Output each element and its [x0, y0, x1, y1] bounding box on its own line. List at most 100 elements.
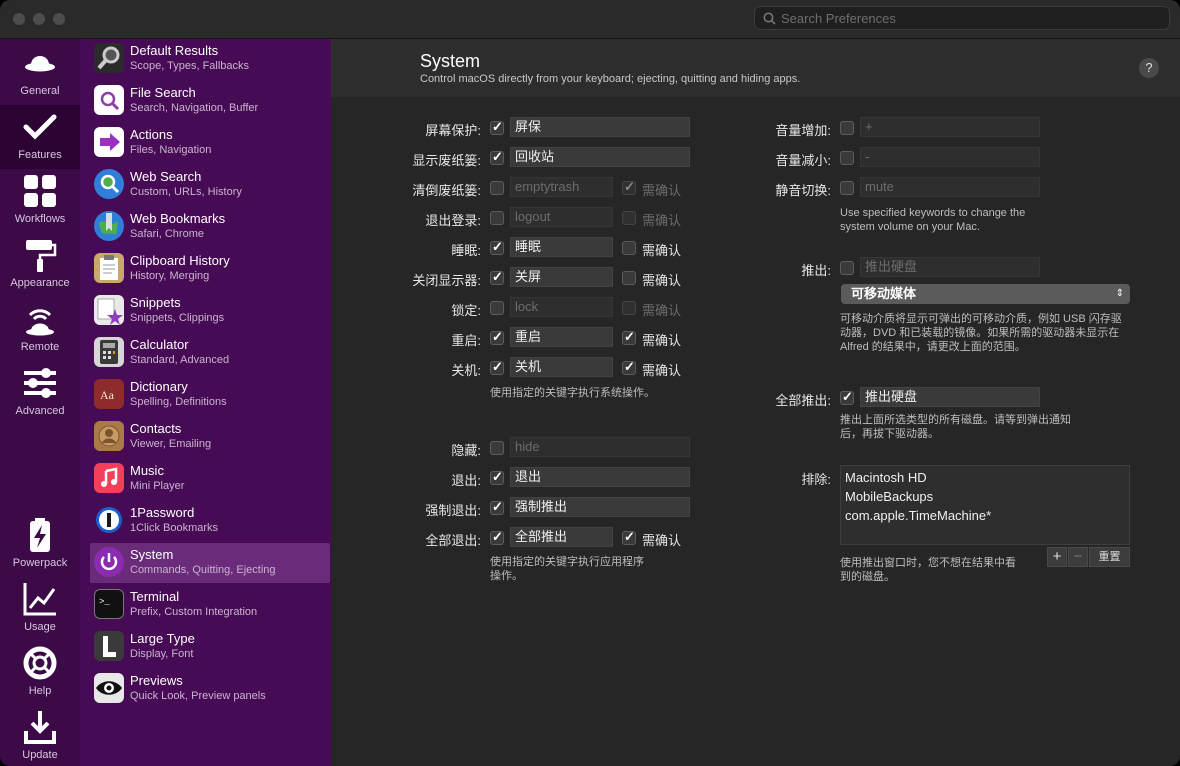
- display-off-checkbox[interactable]: [490, 269, 504, 285]
- add-button[interactable]: +: [1047, 547, 1067, 567]
- eject-checkbox[interactable]: [840, 261, 854, 275]
- eject-all-checkbox[interactable]: [840, 389, 854, 405]
- force-quit-checkbox[interactable]: [490, 499, 504, 515]
- mute-checkbox[interactable]: [840, 181, 854, 195]
- sidebar-item-remote[interactable]: Remote: [0, 297, 80, 361]
- show-trash-checkbox[interactable]: [490, 149, 504, 165]
- confirm-label: 需确认: [642, 183, 682, 198]
- app-note-line-2: 操作。: [490, 570, 523, 582]
- sleep-keyword-field[interactable]: 睡眠: [510, 237, 613, 257]
- feature-calculator[interactable]: Calculator Standard, Advanced: [90, 333, 330, 373]
- empty-trash-confirm-checkbox[interactable]: [622, 179, 636, 195]
- sleep-confirm-checkbox[interactable]: [622, 241, 636, 255]
- feature-web-search[interactable]: Web Search Custom, URLs, History: [90, 165, 330, 205]
- eject-all-keyword-field[interactable]: 推出硬盘: [860, 387, 1040, 407]
- feature-default-results[interactable]: Default Results Scope, Types, Fallbacks: [90, 39, 330, 79]
- feature-1password[interactable]: 1Password 1Click Bookmarks: [90, 501, 330, 541]
- restart-confirm-checkbox[interactable]: [622, 329, 636, 345]
- row-label: 音量增加:: [775, 123, 831, 138]
- restart-checkbox[interactable]: [490, 329, 504, 345]
- empty-trash-checkbox[interactable]: [490, 181, 504, 195]
- empty-trash-keyword-field[interactable]: emptytrash: [510, 177, 613, 197]
- eject-scope-popup[interactable]: 可移动媒体 ⇕: [841, 284, 1130, 304]
- display-off-keyword-field[interactable]: 关屏: [510, 267, 613, 287]
- mute-keyword-field[interactable]: mute: [860, 177, 1040, 197]
- sleep-checkbox[interactable]: [490, 239, 504, 255]
- shutdown-confirm-checkbox[interactable]: [622, 359, 636, 375]
- sidebar-item-workflows[interactable]: Workflows: [0, 169, 80, 233]
- confirm-label: 需确认: [642, 533, 682, 548]
- feature-music[interactable]: Music Mini Player: [90, 459, 330, 499]
- search-input[interactable]: [781, 10, 1161, 26]
- sidebar-item-advanced[interactable]: Advanced: [0, 361, 80, 425]
- quit-checkbox[interactable]: [490, 469, 504, 485]
- screensaver-keyword-field[interactable]: 屏保: [510, 117, 690, 137]
- feature-terminal[interactable]: >_ Terminal Prefix, Custom Integration: [90, 585, 330, 625]
- eject-keyword-field[interactable]: 推出硬盘: [860, 257, 1040, 277]
- lock-keyword-field[interactable]: lock: [510, 297, 613, 317]
- confirm-label: 需确认: [642, 303, 682, 318]
- remote-icon: [26, 309, 54, 336]
- list-item[interactable]: com.apple.TimeMachine*: [841, 506, 1129, 525]
- logout-checkbox[interactable]: [490, 211, 504, 225]
- shutdown-keyword-field[interactable]: 关机: [510, 357, 613, 377]
- feature-previews[interactable]: Previews Quick Look, Preview panels: [90, 669, 330, 709]
- sidebar-item-powerpack[interactable]: Powerpack: [0, 513, 80, 577]
- sidebar-item-features[interactable]: Features: [0, 105, 80, 169]
- file-search-icon: [94, 85, 124, 115]
- sidebar-item-usage[interactable]: Usage: [0, 577, 80, 641]
- quit-all-checkbox[interactable]: [490, 529, 504, 545]
- sidebar-item-label: Advanced: [15, 405, 65, 417]
- feature-title: Dictionary: [130, 379, 188, 394]
- shutdown-checkbox[interactable]: [490, 359, 504, 375]
- page-title: System: [420, 51, 481, 71]
- reset-button[interactable]: 重置: [1089, 547, 1130, 567]
- hide-keyword-field[interactable]: hide: [510, 437, 690, 457]
- restart-keyword-field[interactable]: 重启: [510, 327, 613, 347]
- list-item[interactable]: Macintosh HD: [841, 468, 1129, 487]
- feature-snippets[interactable]: Snippets Snippets, Clippings: [90, 291, 330, 331]
- feature-web-bookmarks[interactable]: Web Bookmarks Safari, Chrome: [90, 207, 330, 247]
- logout-keyword-field[interactable]: logout: [510, 207, 613, 227]
- quit-keyword-field[interactable]: 退出: [510, 467, 690, 487]
- sidebar-item-general[interactable]: General: [0, 41, 80, 105]
- feature-subtitle: Viewer, Emailing: [130, 438, 212, 450]
- feature-dictionary[interactable]: Aa Dictionary Spelling, Definitions: [90, 375, 330, 415]
- row-label: 排除:: [801, 472, 831, 487]
- screensaver-checkbox[interactable]: [490, 119, 504, 135]
- lock-confirm-checkbox[interactable]: [622, 301, 636, 315]
- zoom-window-button[interactable]: [53, 13, 65, 25]
- row-label: 睡眠:: [451, 243, 481, 258]
- feature-system[interactable]: System Commands, Quitting, Ejecting: [90, 543, 330, 583]
- volume-up-checkbox[interactable]: [840, 121, 854, 135]
- excluded-disks-list[interactable]: Macintosh HD MobileBackups com.apple.Tim…: [840, 465, 1130, 545]
- feature-contacts[interactable]: Contacts Viewer, Emailing: [90, 417, 330, 457]
- volume-down-checkbox[interactable]: [840, 151, 854, 165]
- sidebar-item-update[interactable]: Update: [0, 705, 80, 766]
- exclude-note-line-2: 到的磁盘。: [840, 571, 895, 583]
- feature-large-type[interactable]: Large Type Display, Font: [90, 627, 330, 667]
- search-field[interactable]: [754, 6, 1170, 30]
- close-window-button[interactable]: [13, 13, 25, 25]
- list-item[interactable]: MobileBackups: [841, 487, 1129, 506]
- help-button[interactable]: ?: [1139, 58, 1159, 78]
- force-quit-keyword-field[interactable]: 强制推出: [510, 497, 690, 517]
- remove-button[interactable]: −: [1068, 547, 1088, 567]
- sidebar-item-help[interactable]: Help: [0, 641, 80, 705]
- hide-checkbox[interactable]: [490, 441, 504, 455]
- feature-actions[interactable]: Actions Files, Navigation: [90, 123, 330, 163]
- quit-all-confirm-checkbox[interactable]: [622, 529, 636, 545]
- lock-checkbox[interactable]: [490, 301, 504, 315]
- logout-confirm-checkbox[interactable]: [622, 211, 636, 225]
- show-trash-keyword-field[interactable]: 回收站: [510, 147, 690, 167]
- row-label: 全部退出:: [425, 533, 481, 548]
- display-off-confirm-checkbox[interactable]: [622, 271, 636, 285]
- quit-all-keyword-field[interactable]: 全部推出: [510, 527, 613, 547]
- svg-text:Aa: Aa: [100, 388, 115, 402]
- minimize-window-button[interactable]: [33, 13, 45, 25]
- feature-clipboard-history[interactable]: Clipboard History History, Merging: [90, 249, 330, 289]
- volume-down-keyword-field[interactable]: -: [860, 147, 1040, 167]
- volume-up-keyword-field[interactable]: +: [860, 117, 1040, 137]
- feature-file-search[interactable]: File Search Search, Navigation, Buffer: [90, 81, 330, 121]
- sidebar-item-appearance[interactable]: Appearance: [0, 233, 80, 297]
